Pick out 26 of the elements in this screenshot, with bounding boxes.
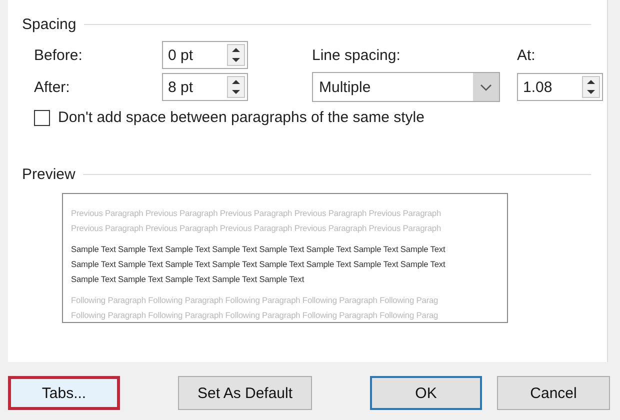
dialog-button[interactable]: Set As Default (178, 376, 312, 410)
field-label: Before: (34, 46, 84, 64)
checkbox-label[interactable]: Don't add space between paragraphs of the same style (58, 109, 424, 126)
dialog-button[interactable]: Cancel (497, 376, 610, 410)
preview-text: Sample Text Sample Text Sample Text Sample Text Sample Text (71, 273, 306, 286)
preview-text: Previous Paragraph Previous Paragraph Previous Paragraph Previous Paragraph Previous Paragraph (71, 222, 442, 235)
field-label: After: (34, 78, 71, 96)
dialog-button[interactable]: Tabs... (8, 376, 120, 410)
spin-field[interactable]: 0 pt (162, 41, 248, 69)
spinner-arrows-icon[interactable] (227, 44, 245, 66)
dropdown[interactable]: Multiple (312, 72, 500, 102)
spin-field[interactable]: 8 pt (162, 73, 248, 101)
preview-text: Sample Text Sample Text Sample Text Sample Text Sample Text Sample Text Sample Text Sample Text (71, 258, 446, 271)
preview-text: Following Paragraph Following Paragraph Following Paragraph Following Paragraph Following Parag (71, 294, 440, 307)
spinner-arrows-icon[interactable] (227, 76, 245, 98)
preview-text: Following Paragraph Following Paragraph Following Paragraph Following Paragraph Following Parag (71, 309, 440, 322)
field-label: At: (517, 46, 536, 64)
spinner-arrows-icon[interactable] (582, 76, 600, 98)
spin-field[interactable]: 1.08 (517, 73, 603, 101)
section-title: Spacing (22, 16, 76, 33)
field-label: Line spacing: (312, 46, 402, 64)
preview-text: Previous Paragraph Previous Paragraph Previous Paragraph Previous Paragraph Previous Paragraph (71, 207, 442, 220)
checkbox[interactable] (34, 110, 50, 126)
preview-text: Sample Text Sample Text Sample Text Sample Text Sample Text Sample Text Sample Text Sample Text (71, 243, 446, 256)
dialog-button[interactable]: OK (370, 376, 482, 410)
section-title: Preview (22, 166, 76, 183)
